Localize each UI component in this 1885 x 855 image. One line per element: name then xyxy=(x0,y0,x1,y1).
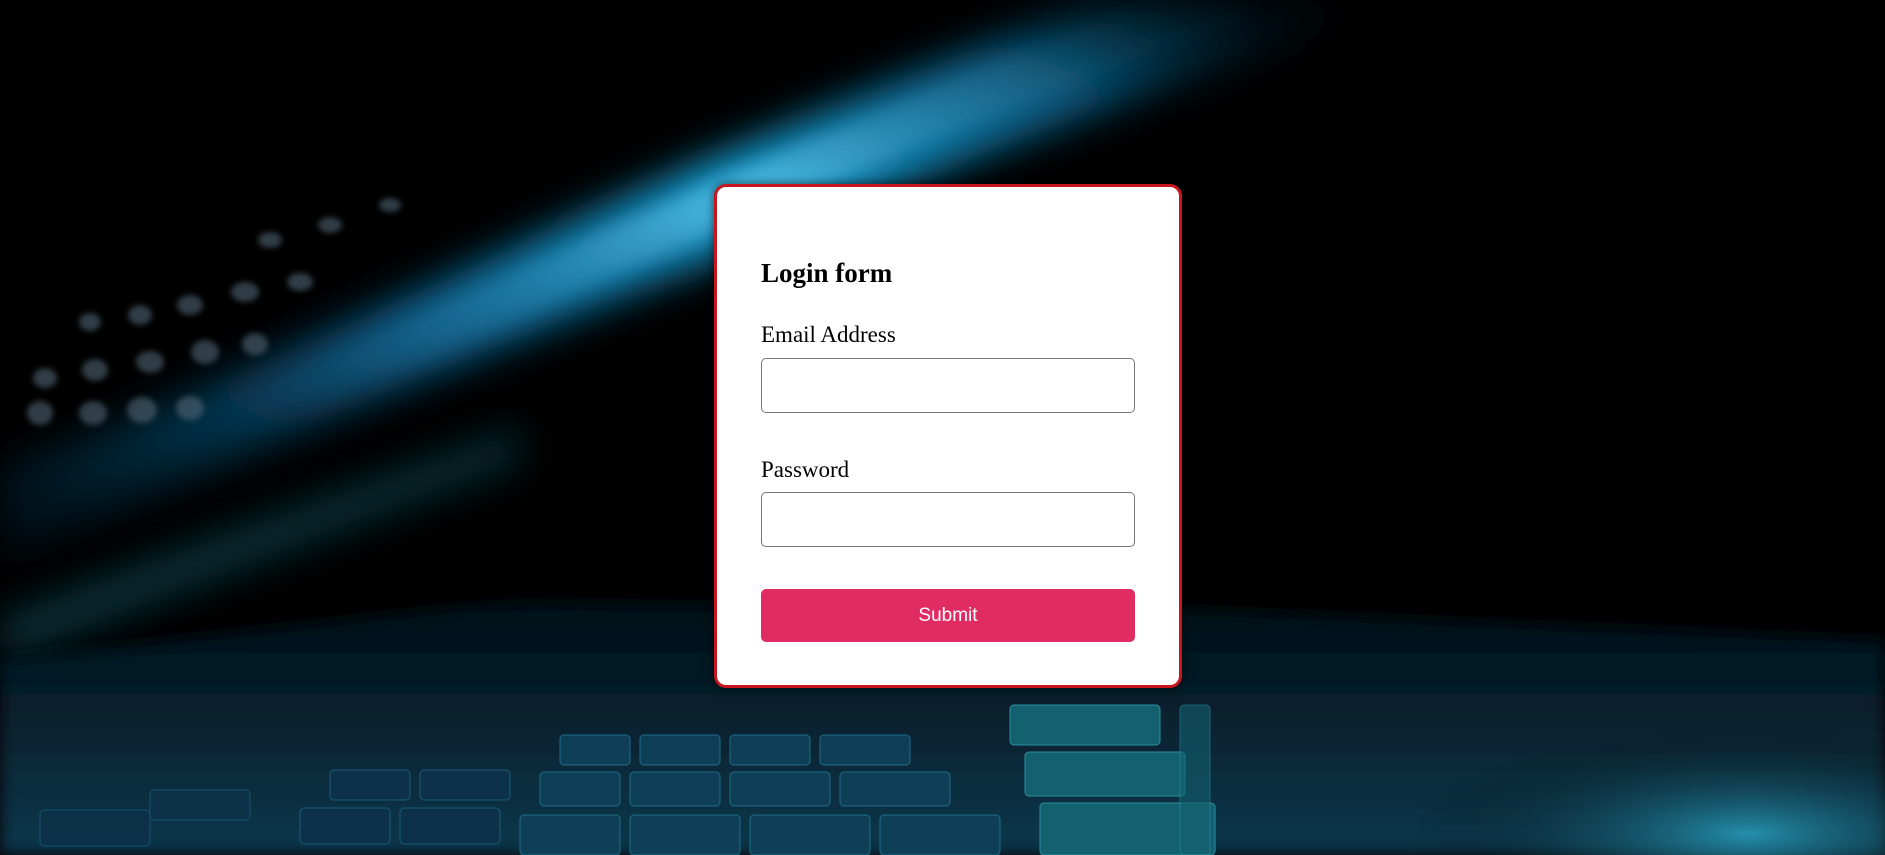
login-card: Login form Email Address Password Submit xyxy=(714,184,1182,688)
login-form-title: Login form xyxy=(761,258,893,288)
email-field[interactable] xyxy=(761,358,1135,413)
email-label: Email Address xyxy=(761,322,896,347)
password-field[interactable] xyxy=(761,492,1135,547)
password-label: Password xyxy=(761,457,850,482)
submit-button[interactable]: Submit xyxy=(761,589,1135,642)
